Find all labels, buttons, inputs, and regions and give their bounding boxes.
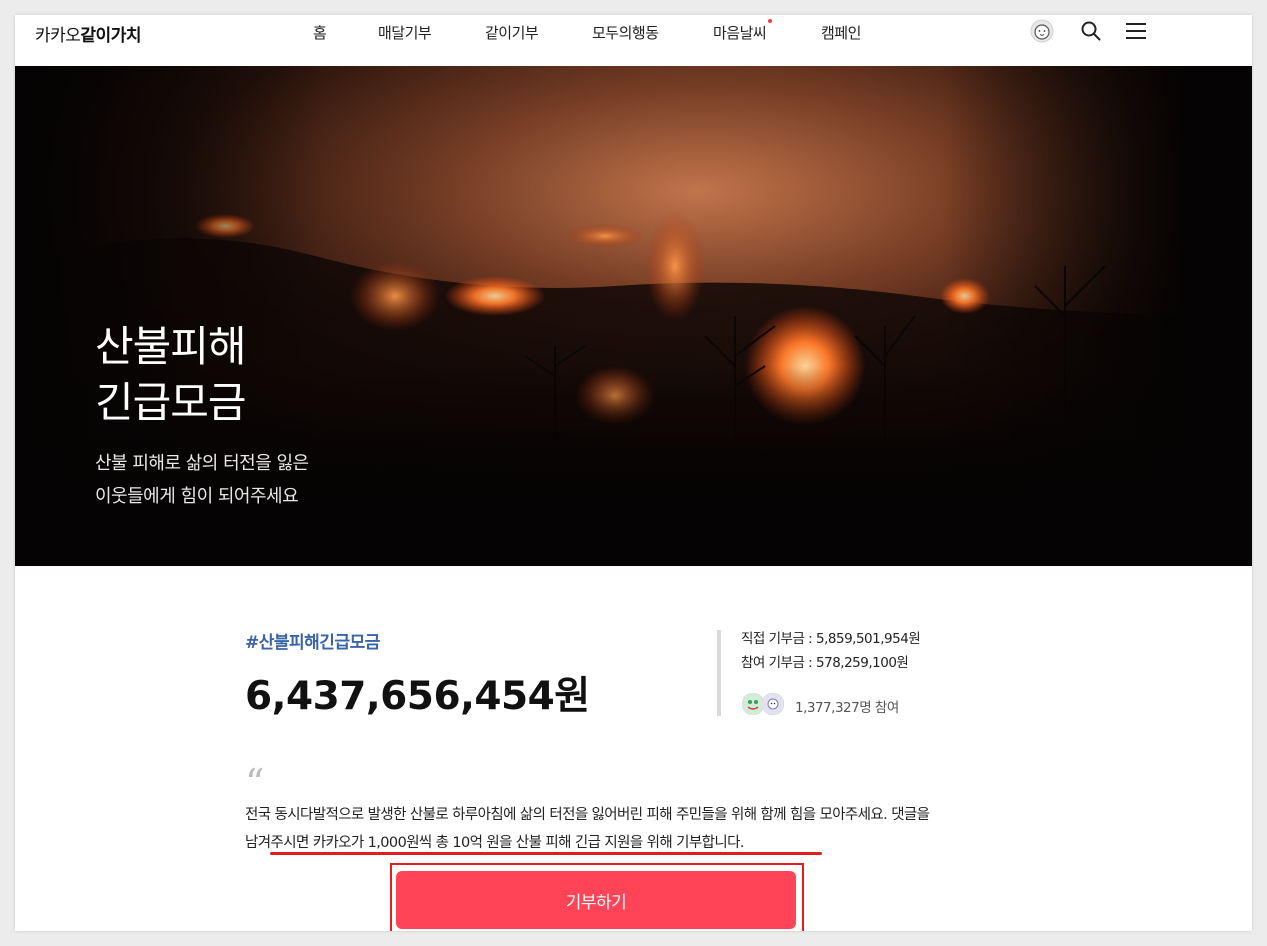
nav-item-weather-label: 마음날씨 xyxy=(713,24,767,42)
participant-avatars xyxy=(742,693,786,715)
hero-subtitle: 산불 피해로 삶의 터전을 잃은 이웃들에게 힘이 되어주세요 xyxy=(95,453,309,507)
participation-donation: 참여 기부금 : 578,259,100원 xyxy=(741,655,909,671)
donate-button[interactable]: 기부하기 xyxy=(396,871,796,929)
search-icon[interactable] xyxy=(1078,18,1104,44)
description-part1: 전국 동시다발적으로 발생한 산불로 하루아침에 삶의 터전을 잃어버린 피해 … xyxy=(245,807,892,823)
quote-icon: “ xyxy=(245,761,265,805)
page: 카카오같이가치 홈 매달기부 같이기부 모두의행동 마음날씨 캠페인 산불피해 … xyxy=(15,15,1252,931)
avatar-icon[interactable] xyxy=(1029,18,1055,44)
total-amount: 6,437,656,454원 xyxy=(245,674,590,719)
participant-count: 1,377,327명 참여 xyxy=(795,700,899,716)
new-dot-icon xyxy=(768,19,773,23)
main-nav: 홈 매달기부 같이기부 모두의행동 마음날씨 캠페인 xyxy=(15,19,1252,52)
highlight-underline xyxy=(270,852,822,855)
nav-item-campaign[interactable]: 캠페인 xyxy=(821,22,861,43)
divider xyxy=(717,630,721,716)
nav-item-together[interactable]: 같이기부 xyxy=(485,22,539,43)
campaign-hashtag[interactable]: #산불피해긴급모금 xyxy=(245,628,380,653)
direct-donation: 직접 기부금 : 5,859,501,954원 xyxy=(741,631,921,647)
campaign-description: 전국 동시다발적으로 발생한 산불로 하루아침에 삶의 터전을 잃어버린 피해 … xyxy=(245,801,945,857)
nav-item-home[interactable]: 홈 xyxy=(313,22,327,43)
description-part3: 합니다. xyxy=(701,835,745,851)
hero-title: 산불피해 긴급모금 xyxy=(95,322,247,427)
hamburger-menu-icon[interactable] xyxy=(1123,18,1149,44)
frog-avatar-icon xyxy=(742,693,764,715)
nav-item-action[interactable]: 모두의행동 xyxy=(592,22,659,43)
site-header: 카카오같이가치 홈 매달기부 같이기부 모두의행동 마음날씨 캠페인 xyxy=(15,15,1252,66)
nav-item-monthly[interactable]: 매달기부 xyxy=(378,22,432,43)
ghost-avatar-icon xyxy=(762,693,784,715)
hero-banner: 산불피해 긴급모금 산불 피해로 삶의 터전을 잃은 이웃들에게 힘이 되어주세… xyxy=(15,66,1252,566)
nav-item-weather[interactable]: 마음날씨 xyxy=(713,19,773,43)
